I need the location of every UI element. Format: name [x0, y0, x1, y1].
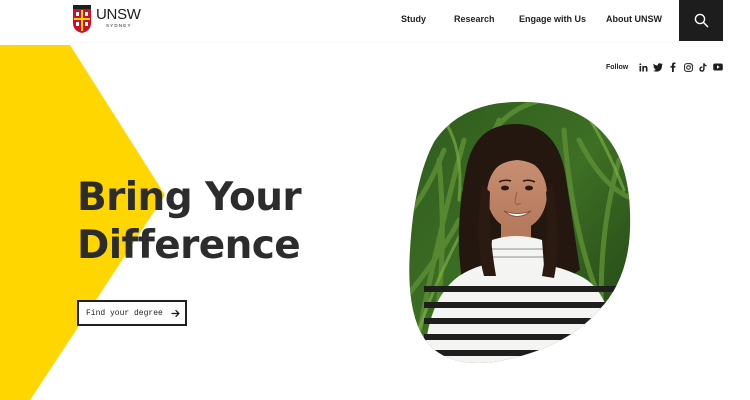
- find-your-degree-button[interactable]: Find your degree: [77, 300, 187, 326]
- hero-heading-line-2: Difference: [77, 223, 301, 268]
- search-button[interactable]: [679, 0, 723, 41]
- site-header: UNSW SYDNEY Study Research Engage with U…: [0, 0, 750, 42]
- hero-heading-line-1: Bring Your: [77, 175, 302, 220]
- logo-wordmark: UNSW: [96, 6, 141, 23]
- nav-study[interactable]: Study: [401, 14, 426, 24]
- logo-subtitle: SYDNEY: [106, 23, 132, 28]
- student-portrait-image: [409, 101, 631, 364]
- nav-research[interactable]: Research: [454, 14, 495, 24]
- unsw-logo[interactable]: UNSW SYDNEY: [73, 5, 148, 35]
- unsw-crest-icon: [73, 5, 91, 33]
- nav-about-unsw[interactable]: About UNSW: [606, 14, 662, 24]
- hero-heading: Bring Your Difference: [77, 174, 337, 270]
- arrow-right-icon: [171, 309, 180, 317]
- nav-engage-with-us[interactable]: Engage with Us: [519, 14, 586, 24]
- search-icon: [694, 13, 708, 28]
- find-your-degree-label: Find your degree: [86, 308, 163, 318]
